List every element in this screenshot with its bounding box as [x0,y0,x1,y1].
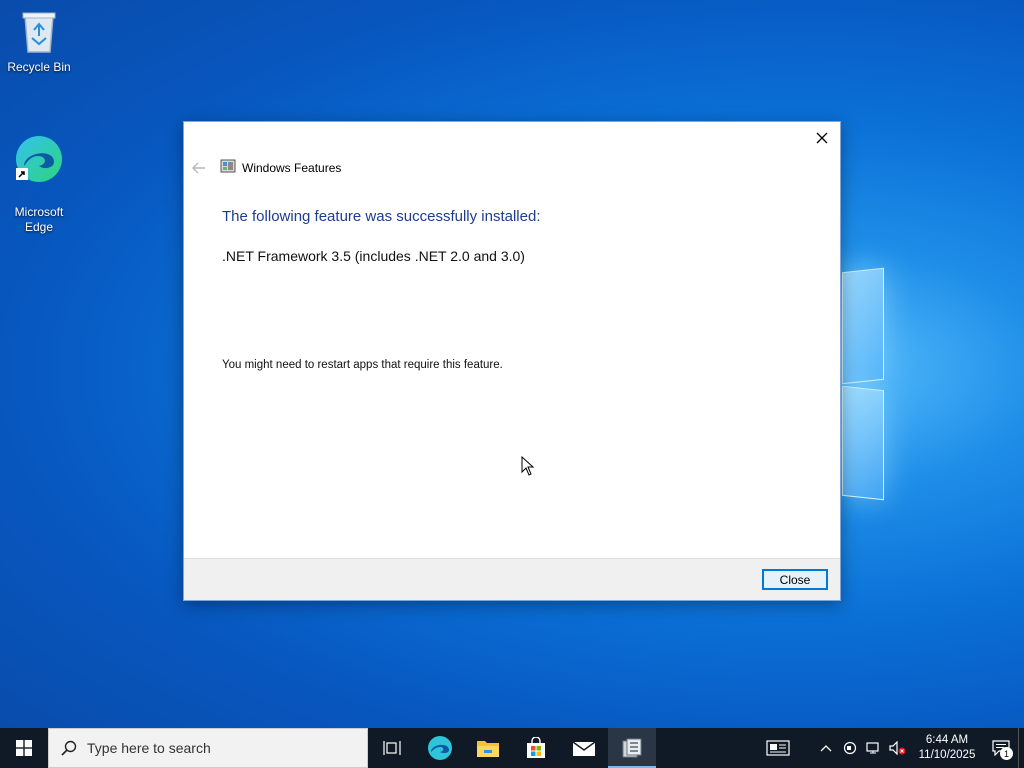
notification-count-badge: 1 [1000,747,1013,760]
task-view-icon [383,741,401,755]
recycle-bin-icon [4,8,74,58]
windows-logo-pane-bottom [842,385,884,501]
notification-center-button[interactable]: 1 [984,728,1018,768]
dialog-header: Windows Features [192,158,341,178]
close-button[interactable]: Close [762,569,828,590]
desktop-icon-label: Recycle Bin [7,60,71,74]
back-arrow-icon[interactable] [192,160,208,176]
dialog-footer: Close [184,558,840,600]
restart-note: You might need to restart apps that requ… [222,359,503,371]
meet-now-icon[interactable] [838,728,862,768]
search-placeholder: Type here to search [87,740,211,756]
task-view-button[interactable] [368,728,416,768]
desktop-icon-edge[interactable]: Microsoft Edge [4,104,74,235]
mouse-cursor-icon [521,455,535,480]
windows-features-icon [220,158,236,178]
installed-feature-name: .NET Framework 3.5 (includes .NET 2.0 an… [222,248,525,264]
taskbar-store-button[interactable] [512,728,560,768]
volume-muted-icon[interactable] [886,728,910,768]
start-button[interactable] [0,728,48,768]
file-explorer-icon [477,741,499,757]
edge-icon [428,736,452,760]
taskbar-windows-features-button[interactable] [608,728,656,768]
windows-start-icon [16,740,32,756]
taskbar-file-explorer-button[interactable] [464,728,512,768]
taskbar-edge-button[interactable] [416,728,464,768]
taskbar-mail-button[interactable] [560,728,608,768]
search-icon [61,740,77,756]
windows-features-icon [622,738,642,758]
news-widget-icon[interactable] [758,728,798,768]
clock-time: 6:44 AM [925,734,969,746]
success-heading: The following feature was successfully i… [222,208,541,225]
chevron-up-icon[interactable] [814,728,838,768]
close-icon[interactable] [812,128,832,148]
windows-features-dialog: Windows Features The following feature w… [183,121,841,601]
clock-date: 11/10/2025 [918,749,976,761]
edge-icon [4,119,74,188]
windows-logo-pane-top [842,267,884,385]
dialog-title: Windows Features [242,161,342,175]
desktop-icon-label: Microsoft Edge [14,205,64,234]
system-tray: 6:44 AM 11/10/2025 1 [758,728,1024,768]
microsoft-store-icon [527,737,545,758]
taskbar: Type here to search 6:44 AM 11/10/2025 1 [0,728,1024,768]
mail-icon [572,741,596,756]
network-icon[interactable] [862,728,886,768]
taskbar-search-box[interactable]: Type here to search [48,728,368,768]
show-desktop-button[interactable] [1018,728,1024,768]
desktop-icon-recycle-bin[interactable]: Recycle Bin [4,8,74,75]
taskbar-clock[interactable]: 6:44 AM 11/10/2025 [910,733,984,763]
